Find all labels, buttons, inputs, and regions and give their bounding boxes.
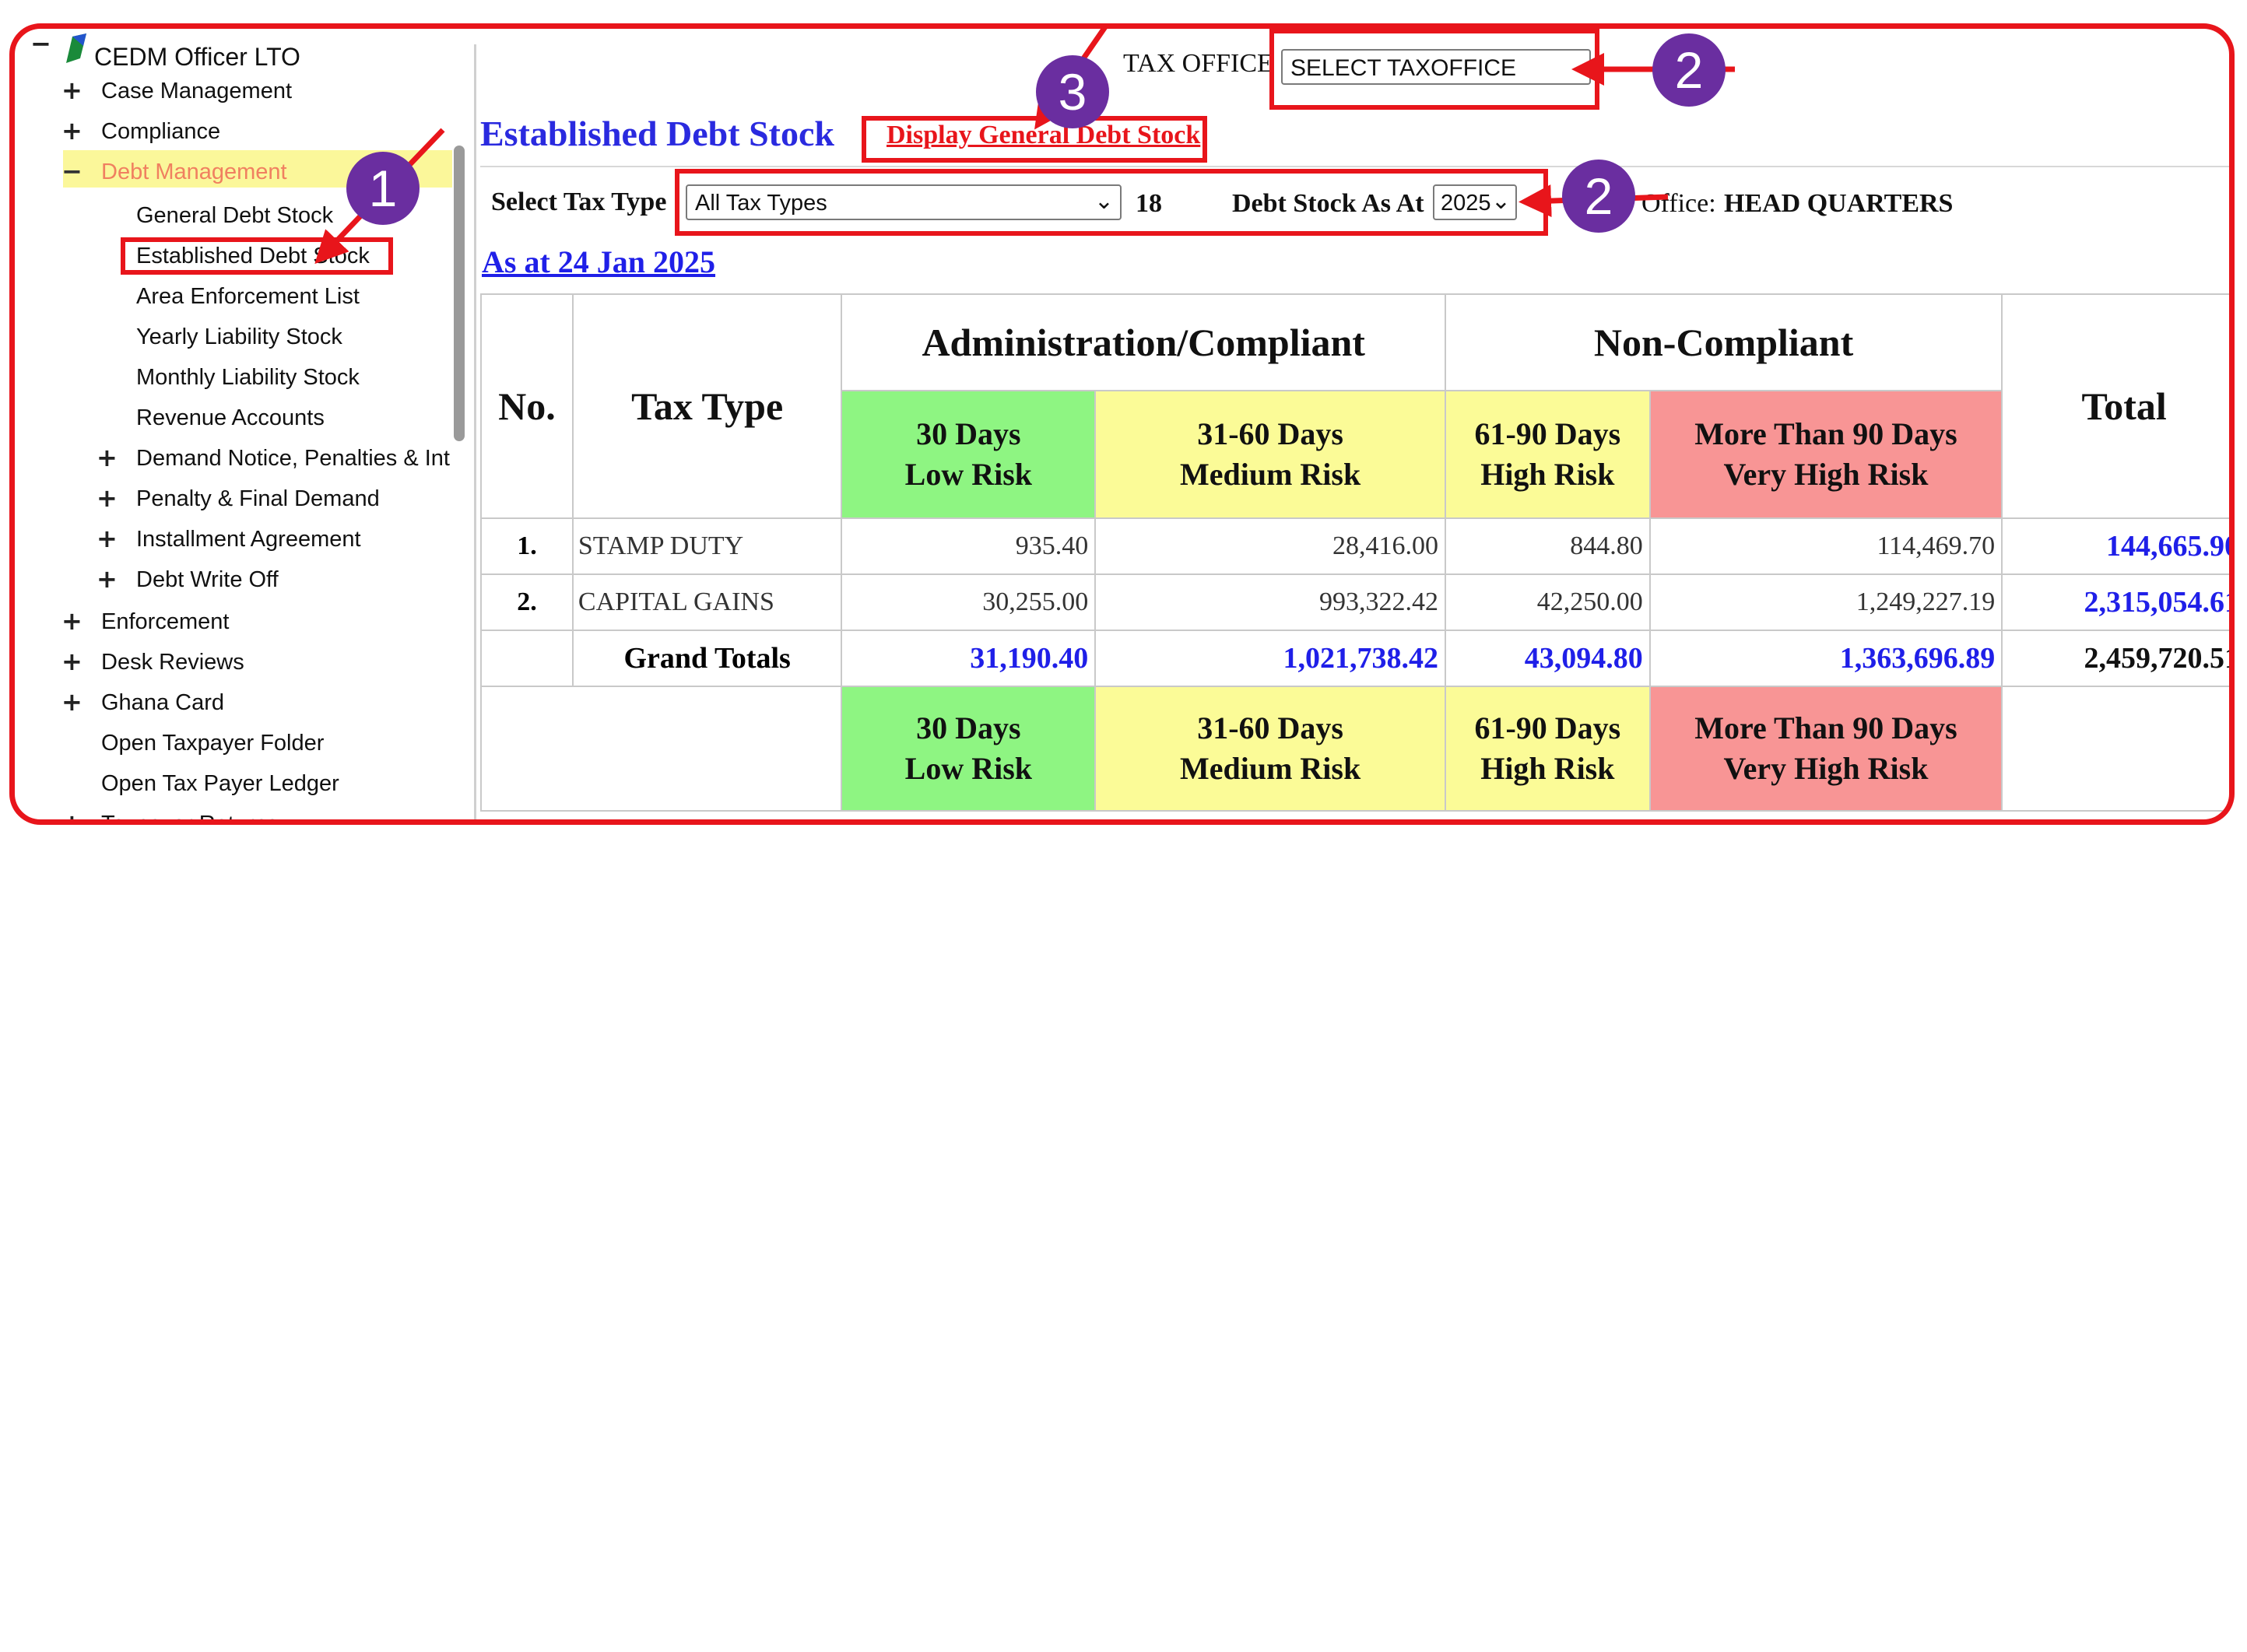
step-badge-2: 2 <box>1562 160 1635 233</box>
step-badge-3: 3 <box>1036 55 1109 128</box>
reflection-fade <box>0 825 2247 1074</box>
step-badge-1: 1 <box>346 152 420 225</box>
app-frame: − CEDM Officer LTO + Case Management + C… <box>9 23 2235 825</box>
step-badge-2: 2 <box>1652 33 1726 107</box>
annotation-arrows <box>314 29 1735 265</box>
